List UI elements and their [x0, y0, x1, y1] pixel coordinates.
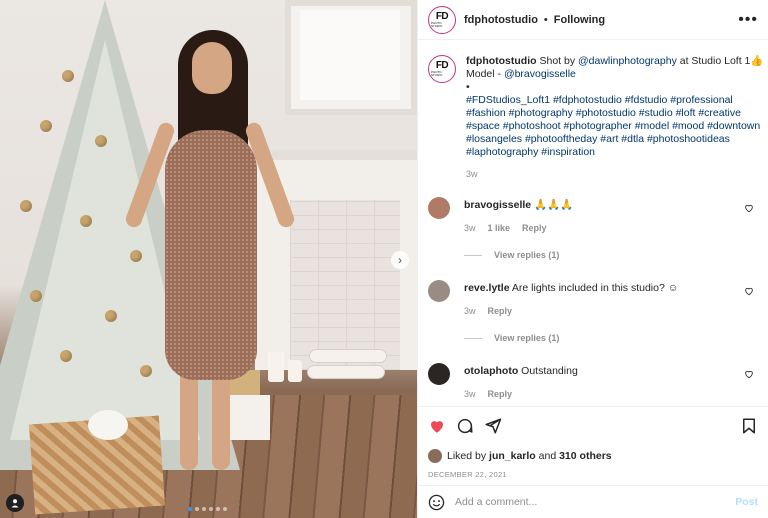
- comment-time[interactable]: 3w: [464, 305, 476, 318]
- carousel-dot: [188, 507, 192, 511]
- model-face: [192, 42, 232, 94]
- commenter-avatar[interactable]: [428, 363, 450, 385]
- comment-reply-button[interactable]: Reply: [488, 305, 513, 318]
- comment-reply-button[interactable]: Reply: [522, 222, 547, 235]
- add-comment-bar: Post: [418, 485, 768, 518]
- carousel-dot: [223, 507, 227, 511]
- comment-time[interactable]: 3w: [464, 388, 476, 401]
- carousel-dot: [195, 507, 199, 511]
- avatar-logo-subtext: PHOTO STUDIO: [431, 70, 443, 77]
- post-date[interactable]: DECEMBER 22, 2021: [428, 470, 758, 479]
- comment-input[interactable]: [455, 496, 736, 508]
- ornament: [20, 200, 32, 212]
- caption-text-3: Model -: [466, 68, 502, 80]
- view-replies-label: View replies (1): [494, 333, 560, 343]
- comment-reply-button[interactable]: Reply: [488, 388, 513, 401]
- more-icon[interactable]: •••: [738, 11, 758, 28]
- ornament: [62, 70, 74, 82]
- liker-avatar[interactable]: [428, 449, 442, 463]
- post-detail-panel: FD PHOTO STUDIO fdphotostudio • Followin…: [417, 0, 768, 518]
- candle: [288, 360, 302, 382]
- comment-content: Outstanding: [521, 365, 578, 377]
- caption-text-2: at Studio Loft 1👍: [679, 55, 764, 67]
- emoji-icon[interactable]: [428, 494, 445, 511]
- following-button[interactable]: Following: [554, 14, 605, 26]
- model-dress: [165, 130, 257, 380]
- comment-icon[interactable]: [456, 417, 474, 435]
- bookmark-icon[interactable]: [740, 417, 758, 435]
- caption-time: 3w: [466, 169, 478, 179]
- header-separator: •: [543, 13, 548, 26]
- liked-by-prefix: Liked by: [447, 450, 487, 462]
- commenter-avatar[interactable]: [428, 280, 450, 302]
- avatar-logo-subtext: PHOTO STUDIO: [431, 20, 443, 28]
- comment-like-heart-icon[interactable]: [744, 203, 754, 213]
- caption-hashtags[interactable]: #FDStudios_Loft1 #fdphotostudio #fdstudi…: [466, 94, 760, 158]
- caption-bullet: •: [466, 81, 470, 93]
- caption-mention[interactable]: @dawlinphotography: [578, 55, 677, 67]
- post-button[interactable]: Post: [735, 496, 758, 508]
- view-replies-button[interactable]: View replies (1): [464, 332, 758, 345]
- ornament: [105, 310, 117, 322]
- model: [123, 30, 297, 470]
- comment-likes[interactable]: 1 like: [488, 222, 511, 235]
- comment-item: reve.lytle Are lights included in this s…: [428, 280, 758, 345]
- view-replies-label: View replies (1): [494, 250, 560, 260]
- comment-time[interactable]: 3w: [464, 222, 476, 235]
- chevron-right-icon: ›: [398, 253, 402, 267]
- caption-text-1: Shot by: [539, 55, 576, 67]
- carousel-next-button[interactable]: ›: [391, 251, 409, 269]
- post-actions: Liked by jun_karlo and 310 others DECEMB…: [418, 406, 768, 479]
- firewood: [305, 345, 390, 385]
- gift-bow: [88, 410, 128, 440]
- carousel-dot: [216, 507, 220, 511]
- carousel-indicator: [188, 507, 227, 511]
- comment-username[interactable]: otolaphoto: [464, 365, 518, 377]
- header-username[interactable]: fdphotostudio: [464, 14, 538, 26]
- liked-by-user[interactable]: jun_karlo: [489, 450, 536, 462]
- user-tags-button[interactable]: [6, 494, 24, 512]
- caption-username[interactable]: fdphotostudio: [466, 55, 537, 67]
- comment-like-heart-icon[interactable]: [744, 286, 754, 296]
- liked-by: Liked by jun_karlo and 310 others: [428, 449, 758, 463]
- carousel-dot: [209, 507, 213, 511]
- comment-content: Are lights included in this studio? ☺: [511, 282, 679, 294]
- avatar-logo-text: FD: [435, 10, 449, 22]
- ornament: [60, 350, 72, 362]
- carousel-dot: [202, 507, 206, 511]
- ornament: [80, 215, 92, 227]
- view-replies-button[interactable]: View replies (1): [464, 249, 758, 262]
- comment-text: otolaphoto Outstanding: [464, 365, 758, 378]
- avatar-logo: FD PHOTO STUDIO: [431, 58, 453, 80]
- post-photo[interactable]: ›: [0, 0, 417, 518]
- commenter-avatar[interactable]: [428, 197, 450, 219]
- caption-mention[interactable]: @bravogisselle: [504, 68, 576, 80]
- replies-divider: [464, 255, 482, 256]
- profile-avatar[interactable]: FD PHOTO STUDIO: [428, 5, 456, 34]
- share-icon[interactable]: [484, 417, 502, 435]
- ornament: [40, 120, 52, 132]
- comment-text: bravogisselle 🙏🙏🙏: [464, 199, 758, 212]
- comment-like-heart-icon[interactable]: [744, 369, 754, 379]
- comment-username[interactable]: reve.lytle: [464, 282, 510, 294]
- caption-text: fdphotostudio Shot by @dawlinphotography…: [466, 55, 766, 159]
- liked-by-others[interactable]: 310 others: [559, 450, 612, 462]
- comment-item: otolaphoto Outstanding 3w Reply View rep…: [428, 363, 758, 405]
- comments-scroll-area[interactable]: FD PHOTO STUDIO fdphotostudio Shot by @d…: [418, 41, 768, 405]
- caption-avatar[interactable]: FD PHOTO STUDIO: [428, 55, 456, 83]
- ornament: [95, 135, 107, 147]
- comment-username[interactable]: bravogisselle: [464, 199, 531, 211]
- avatar-logo: FD PHOTO STUDIO: [431, 8, 453, 31]
- heart-icon[interactable]: [428, 417, 446, 435]
- post-header: FD PHOTO STUDIO fdphotostudio • Followin…: [418, 0, 768, 40]
- ornament: [30, 290, 42, 302]
- comment-text: reve.lytle Are lights included in this s…: [464, 282, 758, 295]
- replies-divider: [464, 338, 482, 339]
- user-tag-icon: [11, 499, 19, 508]
- wall-window-pane: [300, 10, 400, 100]
- comment-content: 🙏🙏🙏: [534, 199, 574, 211]
- comment-item: bravogisselle 🙏🙏🙏 3w 1 like Reply View r…: [428, 197, 758, 262]
- liked-by-and: and: [538, 450, 557, 462]
- post-caption: FD PHOTO STUDIO fdphotostudio Shot by @d…: [428, 55, 763, 179]
